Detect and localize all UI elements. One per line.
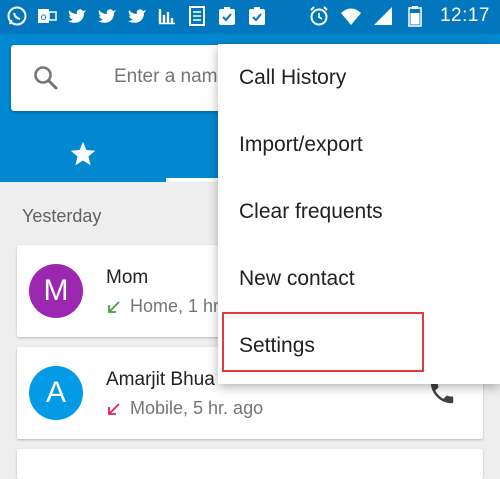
menu-item-clear-frequents[interactable]: Clear frequents: [218, 178, 500, 245]
avatar: M: [29, 264, 83, 318]
incoming-call-arrow-icon: [108, 300, 120, 313]
menu-item-import-export[interactable]: Import/export: [218, 111, 500, 178]
clipboard-check-icon: [216, 5, 238, 27]
contact-name: Mom: [106, 267, 149, 288]
twitter-icon: [66, 5, 88, 27]
outlook-icon: o: [36, 5, 58, 27]
alarm-icon: [308, 5, 330, 27]
status-bar: o 12:17: [0, 0, 500, 34]
settings-highlight-box: [222, 312, 424, 372]
call-detail: Mobile, 5 hr. ago: [106, 398, 263, 419]
document-icon: [186, 5, 208, 27]
search-input-placeholder[interactable]: Enter a name: [114, 66, 228, 88]
menu-item-call-history[interactable]: Call History: [218, 44, 500, 111]
contact-name: Amarjit Bhua: [106, 369, 215, 390]
menu-item-label: New contact: [239, 267, 355, 290]
stats-icon: [156, 5, 178, 27]
status-bar-time: 12:17: [439, 5, 490, 26]
notification-icons: o: [6, 5, 268, 27]
system-icons: 12:17: [308, 5, 490, 27]
menu-item-label: Clear frequents: [239, 200, 383, 223]
menu-item-new-contact[interactable]: New contact: [218, 245, 500, 312]
wifi-icon: [340, 5, 362, 27]
twitter-icon: [96, 5, 118, 27]
whatsapp-icon: [6, 5, 28, 27]
battery-icon: [404, 5, 426, 27]
star-icon[interactable]: [69, 140, 97, 168]
menu-item-label: Call History: [239, 66, 347, 89]
signal-icon: [372, 5, 394, 27]
menu-item-label: Import/export: [239, 133, 363, 156]
twitter-icon: [126, 5, 148, 27]
avatar: A: [29, 366, 83, 420]
section-header: Yesterday: [22, 206, 102, 226]
clipboard-check-icon: [246, 5, 268, 27]
call-card[interactable]: [17, 449, 483, 479]
svg-text:o: o: [40, 12, 46, 23]
missed-call-arrow-icon: [108, 402, 120, 415]
call-detail-text: Mobile, 5 hr. ago: [130, 398, 264, 418]
search-icon: [34, 66, 58, 90]
